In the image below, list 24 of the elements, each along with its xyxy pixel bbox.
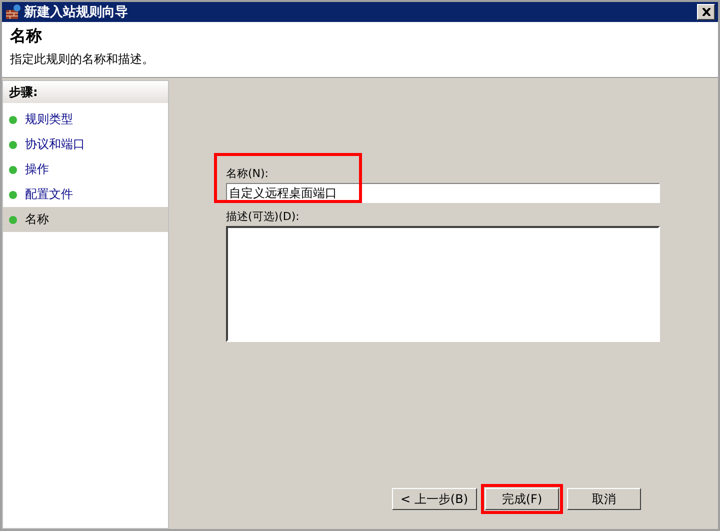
wizard-button[interactable]: 取消	[567, 488, 641, 510]
wizard-button[interactable]: < 上一步(B)	[392, 488, 477, 510]
page-title: 名称	[10, 26, 43, 47]
bullet-icon	[9, 190, 17, 198]
description-field[interactable]	[226, 226, 660, 342]
bullet-icon	[9, 140, 17, 148]
page-subtitle: 指定此规则的名称和描述。	[10, 51, 155, 68]
step-item[interactable]: 名称	[3, 207, 168, 232]
bullet-icon	[9, 166, 17, 174]
step-item[interactable]: 协议和端口	[3, 132, 168, 157]
step-item[interactable]: 规则类型	[3, 107, 168, 132]
firewall-icon	[5, 4, 21, 20]
wizard-button[interactable]: 完成(F)	[485, 488, 559, 510]
description-label: 描述(可选)(D):	[226, 209, 300, 224]
bullet-icon	[9, 116, 17, 124]
name-label: 名称(N):	[226, 166, 270, 181]
close-icon	[702, 8, 710, 16]
name-field[interactable]: 自定义远程桌面端口	[226, 183, 660, 203]
bullet-icon	[9, 216, 17, 224]
step-item[interactable]: 配置文件	[3, 182, 168, 207]
window-title: 新建入站规则向导	[24, 4, 129, 21]
steps-heading: 步骤:	[3, 81, 168, 103]
close-button[interactable]	[697, 4, 715, 20]
step-item[interactable]: 操作	[3, 157, 168, 182]
